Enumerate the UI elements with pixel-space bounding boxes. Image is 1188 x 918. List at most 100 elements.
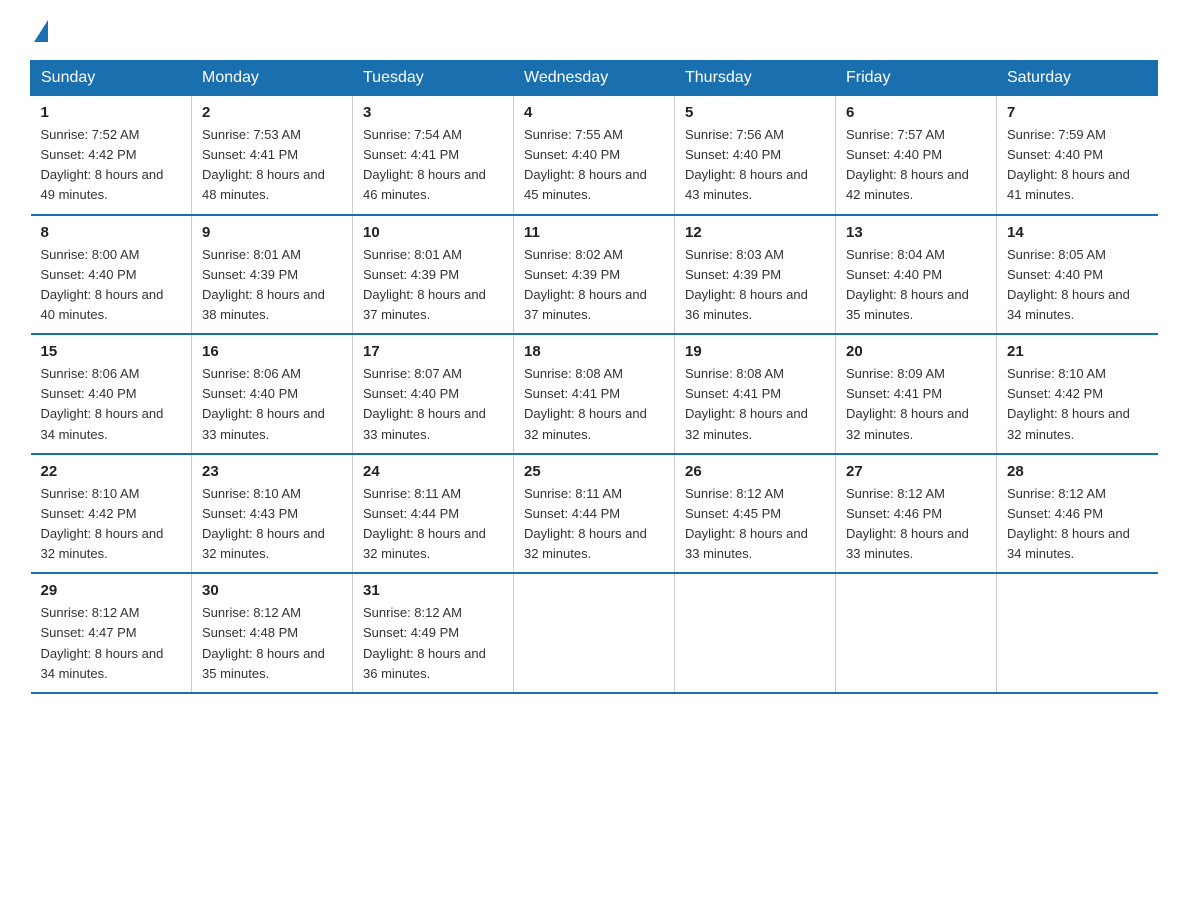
day-info: Sunrise: 8:12 AMSunset: 4:45 PMDaylight:… bbox=[685, 484, 825, 565]
day-info: Sunrise: 8:06 AMSunset: 4:40 PMDaylight:… bbox=[41, 364, 182, 445]
day-number: 27 bbox=[846, 463, 986, 480]
calendar-cell: 28 Sunrise: 8:12 AMSunset: 4:46 PMDaylig… bbox=[997, 454, 1158, 574]
day-number: 17 bbox=[363, 343, 503, 360]
day-info: Sunrise: 8:12 AMSunset: 4:47 PMDaylight:… bbox=[41, 603, 182, 684]
day-info: Sunrise: 7:54 AMSunset: 4:41 PMDaylight:… bbox=[363, 125, 503, 206]
day-info: Sunrise: 8:12 AMSunset: 4:46 PMDaylight:… bbox=[846, 484, 986, 565]
logo-triangle-icon bbox=[34, 20, 48, 42]
day-number: 14 bbox=[1007, 224, 1148, 241]
day-info: Sunrise: 8:02 AMSunset: 4:39 PMDaylight:… bbox=[524, 245, 664, 326]
day-number: 29 bbox=[41, 582, 182, 599]
day-info: Sunrise: 8:12 AMSunset: 4:49 PMDaylight:… bbox=[363, 603, 503, 684]
weekday-header-friday: Friday bbox=[836, 61, 997, 96]
calendar-cell: 25 Sunrise: 8:11 AMSunset: 4:44 PMDaylig… bbox=[514, 454, 675, 574]
day-number: 1 bbox=[41, 104, 182, 121]
weekday-header-tuesday: Tuesday bbox=[353, 61, 514, 96]
calendar-cell: 20 Sunrise: 8:09 AMSunset: 4:41 PMDaylig… bbox=[836, 334, 997, 454]
day-number: 19 bbox=[685, 343, 825, 360]
day-info: Sunrise: 8:00 AMSunset: 4:40 PMDaylight:… bbox=[41, 245, 182, 326]
day-number: 28 bbox=[1007, 463, 1148, 480]
day-info: Sunrise: 7:52 AMSunset: 4:42 PMDaylight:… bbox=[41, 125, 182, 206]
calendar-cell: 3 Sunrise: 7:54 AMSunset: 4:41 PMDayligh… bbox=[353, 96, 514, 215]
day-info: Sunrise: 8:11 AMSunset: 4:44 PMDaylight:… bbox=[363, 484, 503, 565]
calendar-cell: 1 Sunrise: 7:52 AMSunset: 4:42 PMDayligh… bbox=[31, 96, 192, 215]
calendar-cell: 10 Sunrise: 8:01 AMSunset: 4:39 PMDaylig… bbox=[353, 215, 514, 335]
calendar-cell: 19 Sunrise: 8:08 AMSunset: 4:41 PMDaylig… bbox=[675, 334, 836, 454]
day-info: Sunrise: 7:53 AMSunset: 4:41 PMDaylight:… bbox=[202, 125, 342, 206]
calendar-cell: 13 Sunrise: 8:04 AMSunset: 4:40 PMDaylig… bbox=[836, 215, 997, 335]
calendar-cell: 21 Sunrise: 8:10 AMSunset: 4:42 PMDaylig… bbox=[997, 334, 1158, 454]
day-info: Sunrise: 7:55 AMSunset: 4:40 PMDaylight:… bbox=[524, 125, 664, 206]
day-number: 30 bbox=[202, 582, 342, 599]
day-number: 11 bbox=[524, 224, 664, 241]
calendar-cell: 18 Sunrise: 8:08 AMSunset: 4:41 PMDaylig… bbox=[514, 334, 675, 454]
calendar-cell: 9 Sunrise: 8:01 AMSunset: 4:39 PMDayligh… bbox=[192, 215, 353, 335]
day-number: 15 bbox=[41, 343, 182, 360]
day-number: 23 bbox=[202, 463, 342, 480]
calendar-cell: 8 Sunrise: 8:00 AMSunset: 4:40 PMDayligh… bbox=[31, 215, 192, 335]
page-header bbox=[30, 20, 1158, 40]
calendar-cell: 31 Sunrise: 8:12 AMSunset: 4:49 PMDaylig… bbox=[353, 573, 514, 693]
day-number: 25 bbox=[524, 463, 664, 480]
day-info: Sunrise: 8:10 AMSunset: 4:42 PMDaylight:… bbox=[1007, 364, 1148, 445]
day-number: 10 bbox=[363, 224, 503, 241]
calendar-cell: 27 Sunrise: 8:12 AMSunset: 4:46 PMDaylig… bbox=[836, 454, 997, 574]
calendar-cell: 22 Sunrise: 8:10 AMSunset: 4:42 PMDaylig… bbox=[31, 454, 192, 574]
weekday-header-thursday: Thursday bbox=[675, 61, 836, 96]
day-info: Sunrise: 8:05 AMSunset: 4:40 PMDaylight:… bbox=[1007, 245, 1148, 326]
day-number: 16 bbox=[202, 343, 342, 360]
weekday-header-sunday: Sunday bbox=[31, 61, 192, 96]
day-info: Sunrise: 8:08 AMSunset: 4:41 PMDaylight:… bbox=[685, 364, 825, 445]
day-number: 5 bbox=[685, 104, 825, 121]
logo bbox=[30, 20, 48, 40]
day-info: Sunrise: 8:10 AMSunset: 4:42 PMDaylight:… bbox=[41, 484, 182, 565]
weekday-header-saturday: Saturday bbox=[997, 61, 1158, 96]
day-info: Sunrise: 7:56 AMSunset: 4:40 PMDaylight:… bbox=[685, 125, 825, 206]
day-number: 6 bbox=[846, 104, 986, 121]
calendar-cell: 6 Sunrise: 7:57 AMSunset: 4:40 PMDayligh… bbox=[836, 96, 997, 215]
day-info: Sunrise: 8:01 AMSunset: 4:39 PMDaylight:… bbox=[363, 245, 503, 326]
day-info: Sunrise: 8:12 AMSunset: 4:46 PMDaylight:… bbox=[1007, 484, 1148, 565]
day-info: Sunrise: 8:01 AMSunset: 4:39 PMDaylight:… bbox=[202, 245, 342, 326]
day-info: Sunrise: 8:11 AMSunset: 4:44 PMDaylight:… bbox=[524, 484, 664, 565]
calendar-cell: 23 Sunrise: 8:10 AMSunset: 4:43 PMDaylig… bbox=[192, 454, 353, 574]
calendar-cell: 4 Sunrise: 7:55 AMSunset: 4:40 PMDayligh… bbox=[514, 96, 675, 215]
day-number: 20 bbox=[846, 343, 986, 360]
calendar-cell bbox=[514, 573, 675, 693]
calendar-cell bbox=[997, 573, 1158, 693]
calendar-cell: 15 Sunrise: 8:06 AMSunset: 4:40 PMDaylig… bbox=[31, 334, 192, 454]
day-number: 9 bbox=[202, 224, 342, 241]
day-number: 31 bbox=[363, 582, 503, 599]
calendar-body: 1 Sunrise: 7:52 AMSunset: 4:42 PMDayligh… bbox=[31, 96, 1158, 693]
day-info: Sunrise: 8:08 AMSunset: 4:41 PMDaylight:… bbox=[524, 364, 664, 445]
day-info: Sunrise: 8:07 AMSunset: 4:40 PMDaylight:… bbox=[363, 364, 503, 445]
day-info: Sunrise: 8:09 AMSunset: 4:41 PMDaylight:… bbox=[846, 364, 986, 445]
week-row-3: 15 Sunrise: 8:06 AMSunset: 4:40 PMDaylig… bbox=[31, 334, 1158, 454]
calendar-cell: 2 Sunrise: 7:53 AMSunset: 4:41 PMDayligh… bbox=[192, 96, 353, 215]
weekday-header-wednesday: Wednesday bbox=[514, 61, 675, 96]
day-number: 26 bbox=[685, 463, 825, 480]
day-info: Sunrise: 8:10 AMSunset: 4:43 PMDaylight:… bbox=[202, 484, 342, 565]
calendar-cell: 5 Sunrise: 7:56 AMSunset: 4:40 PMDayligh… bbox=[675, 96, 836, 215]
calendar-header: SundayMondayTuesdayWednesdayThursdayFrid… bbox=[31, 61, 1158, 96]
calendar-cell: 12 Sunrise: 8:03 AMSunset: 4:39 PMDaylig… bbox=[675, 215, 836, 335]
calendar-cell: 11 Sunrise: 8:02 AMSunset: 4:39 PMDaylig… bbox=[514, 215, 675, 335]
day-info: Sunrise: 8:03 AMSunset: 4:39 PMDaylight:… bbox=[685, 245, 825, 326]
calendar-table: SundayMondayTuesdayWednesdayThursdayFrid… bbox=[30, 60, 1158, 694]
day-info: Sunrise: 8:06 AMSunset: 4:40 PMDaylight:… bbox=[202, 364, 342, 445]
calendar-cell: 26 Sunrise: 8:12 AMSunset: 4:45 PMDaylig… bbox=[675, 454, 836, 574]
calendar-cell bbox=[675, 573, 836, 693]
day-number: 2 bbox=[202, 104, 342, 121]
day-number: 18 bbox=[524, 343, 664, 360]
week-row-4: 22 Sunrise: 8:10 AMSunset: 4:42 PMDaylig… bbox=[31, 454, 1158, 574]
day-number: 3 bbox=[363, 104, 503, 121]
day-number: 13 bbox=[846, 224, 986, 241]
week-row-1: 1 Sunrise: 7:52 AMSunset: 4:42 PMDayligh… bbox=[31, 96, 1158, 215]
weekday-header-monday: Monday bbox=[192, 61, 353, 96]
calendar-cell bbox=[836, 573, 997, 693]
day-number: 22 bbox=[41, 463, 182, 480]
day-info: Sunrise: 8:04 AMSunset: 4:40 PMDaylight:… bbox=[846, 245, 986, 326]
day-number: 24 bbox=[363, 463, 503, 480]
day-number: 4 bbox=[524, 104, 664, 121]
weekday-header-row: SundayMondayTuesdayWednesdayThursdayFrid… bbox=[31, 61, 1158, 96]
